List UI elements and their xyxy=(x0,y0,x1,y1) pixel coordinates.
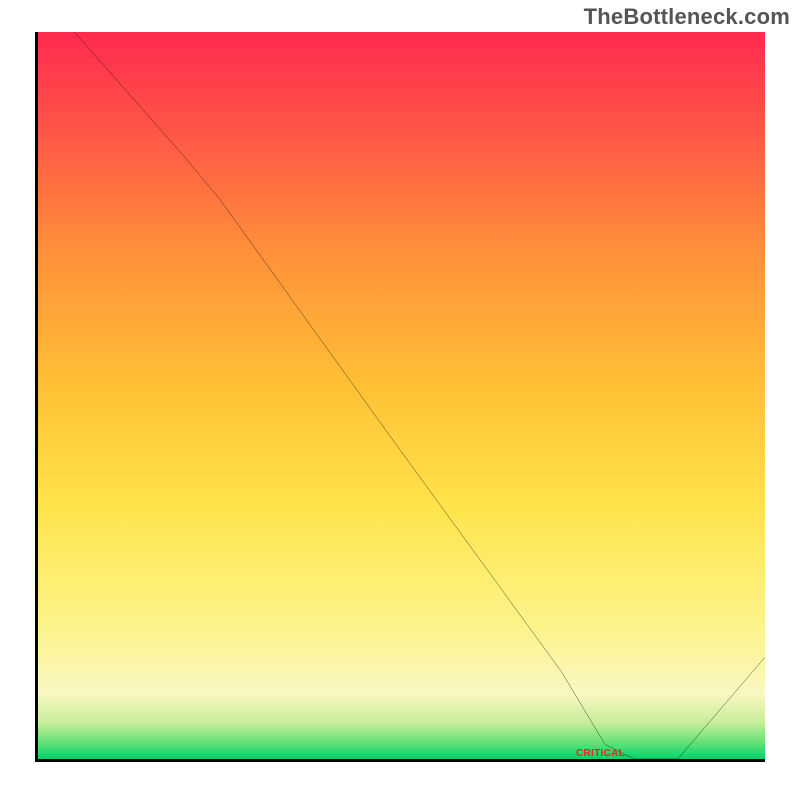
chart-frame: TheBottleneck.com CRITICAL xyxy=(0,0,800,800)
plot-area: CRITICAL xyxy=(35,32,765,762)
bottleneck-curve xyxy=(38,32,765,759)
watermark-text: TheBottleneck.com xyxy=(584,4,790,30)
min-marker-label: CRITICAL xyxy=(576,748,625,759)
